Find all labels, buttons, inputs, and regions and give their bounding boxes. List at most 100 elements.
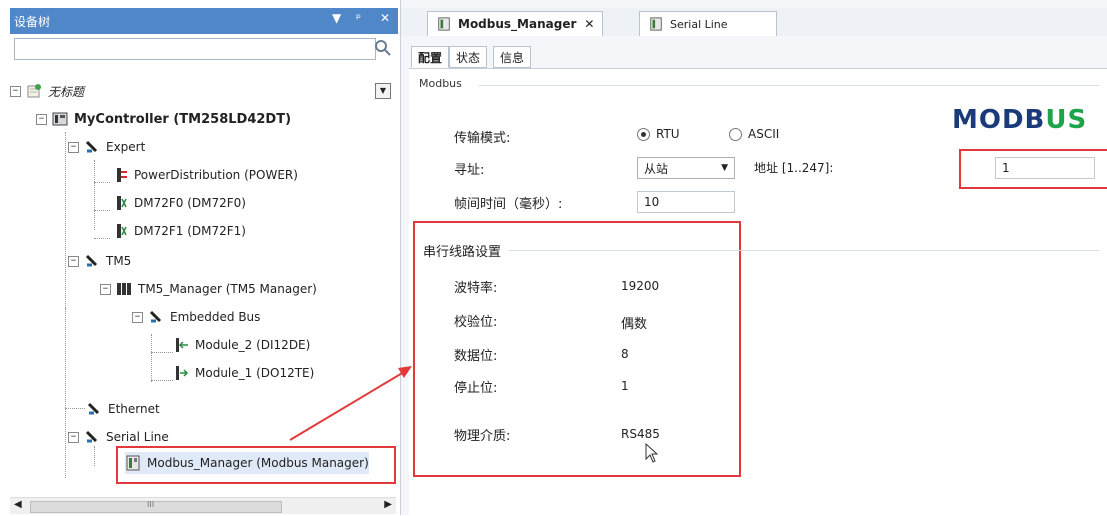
stop-bits-label: 停止位:: [454, 381, 498, 396]
collapse-icon[interactable]: −: [68, 141, 79, 153]
device-tree: − 无标题 ▼ − MyController (TM258LD42DT) − E…: [10, 72, 396, 484]
tree-node-dm72f1[interactable]: DM72F1 (DM72F1): [112, 220, 246, 242]
tree-label-module-2: Module_2 (DI12DE): [195, 338, 311, 352]
collapse-icon[interactable]: −: [36, 113, 47, 125]
tree-label-dm72f0: DM72F0 (DM72F0): [134, 196, 246, 210]
modbus-manager-icon: [125, 455, 141, 471]
modbus-manager-icon: [648, 16, 664, 32]
bus-icon: [84, 139, 100, 155]
physical-medium-label: 物理介质:: [454, 429, 511, 444]
radio-ascii[interactable]: ASCII: [729, 127, 779, 141]
tab-config[interactable]: 配置: [411, 46, 450, 68]
project-icon: [26, 83, 42, 99]
config-content: Modbus MODBUS 传输模式: RTU ASCII 寻址: 从站 ▼ 地…: [409, 68, 1107, 516]
editor-panel: Modbus_Manager ✕ Serial Line 配置 状态 信息 Mo…: [401, 0, 1107, 516]
scroll-left-icon[interactable]: ◀: [14, 499, 22, 510]
tree-label-embedded-bus: Embedded Bus: [170, 310, 261, 324]
data-bits-value: 8: [621, 347, 629, 361]
tree-node-module-1[interactable]: Module_1 (DO12TE): [173, 362, 314, 384]
tree-node-dm72f0[interactable]: DM72F0 (DM72F0): [112, 192, 246, 214]
radio-rtu-label: RTU: [656, 127, 680, 141]
output-module-icon: [173, 365, 189, 381]
tree-label-root: 无标题: [48, 84, 85, 99]
chevron-down-icon[interactable]: ▼: [721, 163, 728, 173]
tree-node-ethernet[interactable]: Ethernet: [86, 398, 160, 420]
tree-label-expert: Expert: [106, 140, 146, 154]
radio-rtu-icon[interactable]: [637, 128, 650, 141]
close-tab-icon[interactable]: ✕: [584, 17, 594, 31]
tree-node-modbus-manager[interactable]: Modbus_Manager (Modbus Manager): [125, 452, 369, 474]
mouse-cursor-icon: [645, 443, 659, 463]
tree-node-embedded-bus[interactable]: − Embedded Bus: [132, 306, 260, 328]
tree-label-module-1: Module_1 (DO12TE): [195, 366, 315, 380]
tab-status[interactable]: 状态: [449, 46, 488, 68]
radio-ascii-label: ASCII: [748, 127, 780, 141]
search-input[interactable]: [14, 38, 376, 60]
scrollbar-thumb[interactable]: III: [30, 500, 282, 513]
tree-dropdown-button[interactable]: ▼: [375, 83, 391, 99]
frame-time-input[interactable]: 10: [637, 191, 735, 213]
tab-serial-line[interactable]: Serial Line: [639, 11, 777, 36]
io-module-icon: [112, 195, 128, 211]
tab-label: Modbus_Manager: [458, 17, 577, 31]
bus-icon: [84, 429, 100, 445]
collapse-icon[interactable]: −: [132, 311, 143, 323]
group-modbus-title: Modbus: [419, 77, 462, 90]
radio-rtu[interactable]: RTU: [637, 127, 680, 141]
tree-node-serial-line[interactable]: − Serial Line: [68, 426, 169, 448]
modbus-logo-main: MODB: [952, 105, 1046, 135]
device-tree-panel: 设备树 ▼ ᵖ ✕ − 无标题 ▼ − MyController (TM258L…: [0, 0, 401, 515]
modbus-logo-accent: US: [1045, 105, 1088, 135]
search-icon[interactable]: [374, 39, 392, 57]
sub-tabs: 配置 状态 信息: [409, 44, 1099, 68]
bus-icon: [84, 253, 100, 269]
modbus-logo: MODBUS: [952, 105, 1087, 135]
baud-rate-value: 19200: [621, 279, 660, 293]
tab-modbus-manager[interactable]: Modbus_Manager ✕: [427, 11, 604, 36]
tree-node-module-2[interactable]: Module_2 (DI12DE): [173, 334, 310, 356]
address-input[interactable]: 1: [995, 157, 1095, 179]
search-row: [10, 34, 398, 64]
data-bits-label: 数据位:: [454, 349, 498, 364]
collapse-icon[interactable]: −: [68, 255, 79, 267]
serial-settings-title: 串行线路设置: [423, 245, 502, 260]
panel-title-bar: 设备树 ▼ ᵖ ✕: [10, 8, 398, 34]
scroll-right-icon[interactable]: ▶: [384, 499, 392, 510]
input-module-icon: [173, 337, 189, 353]
tab-label: Serial Line: [670, 17, 728, 31]
tree-label-controller: MyController (TM258LD42DT): [74, 111, 292, 127]
document-tabs: Modbus_Manager ✕ Serial Line: [401, 8, 1107, 36]
horizontal-scrollbar[interactable]: ◀ III ▶: [10, 497, 396, 514]
collapse-icon[interactable]: −: [68, 431, 79, 443]
tree-node-power-distribution[interactable]: PowerDistribution (POWER): [112, 164, 298, 186]
scrollbar-grip: III: [147, 500, 155, 509]
addressing-value: 从站: [644, 161, 669, 176]
controller-icon: [52, 111, 68, 127]
tree-node-expert[interactable]: − Expert: [68, 136, 145, 158]
panel-title: 设备树: [14, 14, 51, 29]
io-module-icon: [112, 223, 128, 239]
tree-label-tm5: TM5: [106, 254, 132, 268]
close-icon[interactable]: ✕: [380, 11, 390, 25]
frame-time-label: 帧间时间（毫秒）:: [454, 197, 563, 212]
tab-info[interactable]: 信息: [493, 46, 532, 68]
dropdown-icon[interactable]: ▼: [332, 11, 341, 25]
address-range-label: 地址 [1..247]:: [754, 161, 834, 175]
tree-label-serial-line: Serial Line: [106, 430, 169, 444]
stop-bits-value: 1: [621, 379, 629, 393]
addressing-select[interactable]: 从站 ▼: [637, 157, 735, 179]
tree-node-root[interactable]: − 无标题: [10, 80, 84, 102]
collapse-icon[interactable]: −: [100, 283, 111, 295]
manager-icon: [116, 281, 132, 297]
pin-icon[interactable]: ᵖ: [356, 11, 361, 25]
tree-label-tm5-manager: TM5_Manager (TM5 Manager): [138, 282, 317, 296]
bus-icon: [148, 309, 164, 325]
tree-label-dm72f1: DM72F1 (DM72F1): [134, 224, 246, 238]
bus-icon: [86, 401, 102, 417]
tree-node-controller[interactable]: − MyController (TM258LD42DT): [36, 108, 291, 130]
tree-node-tm5[interactable]: − TM5: [68, 250, 131, 272]
collapse-icon[interactable]: −: [10, 85, 21, 97]
radio-ascii-icon[interactable]: [729, 128, 742, 141]
tree-node-tm5-manager[interactable]: − TM5_Manager (TM5 Manager): [100, 278, 317, 300]
addressing-label: 寻址:: [454, 163, 485, 178]
